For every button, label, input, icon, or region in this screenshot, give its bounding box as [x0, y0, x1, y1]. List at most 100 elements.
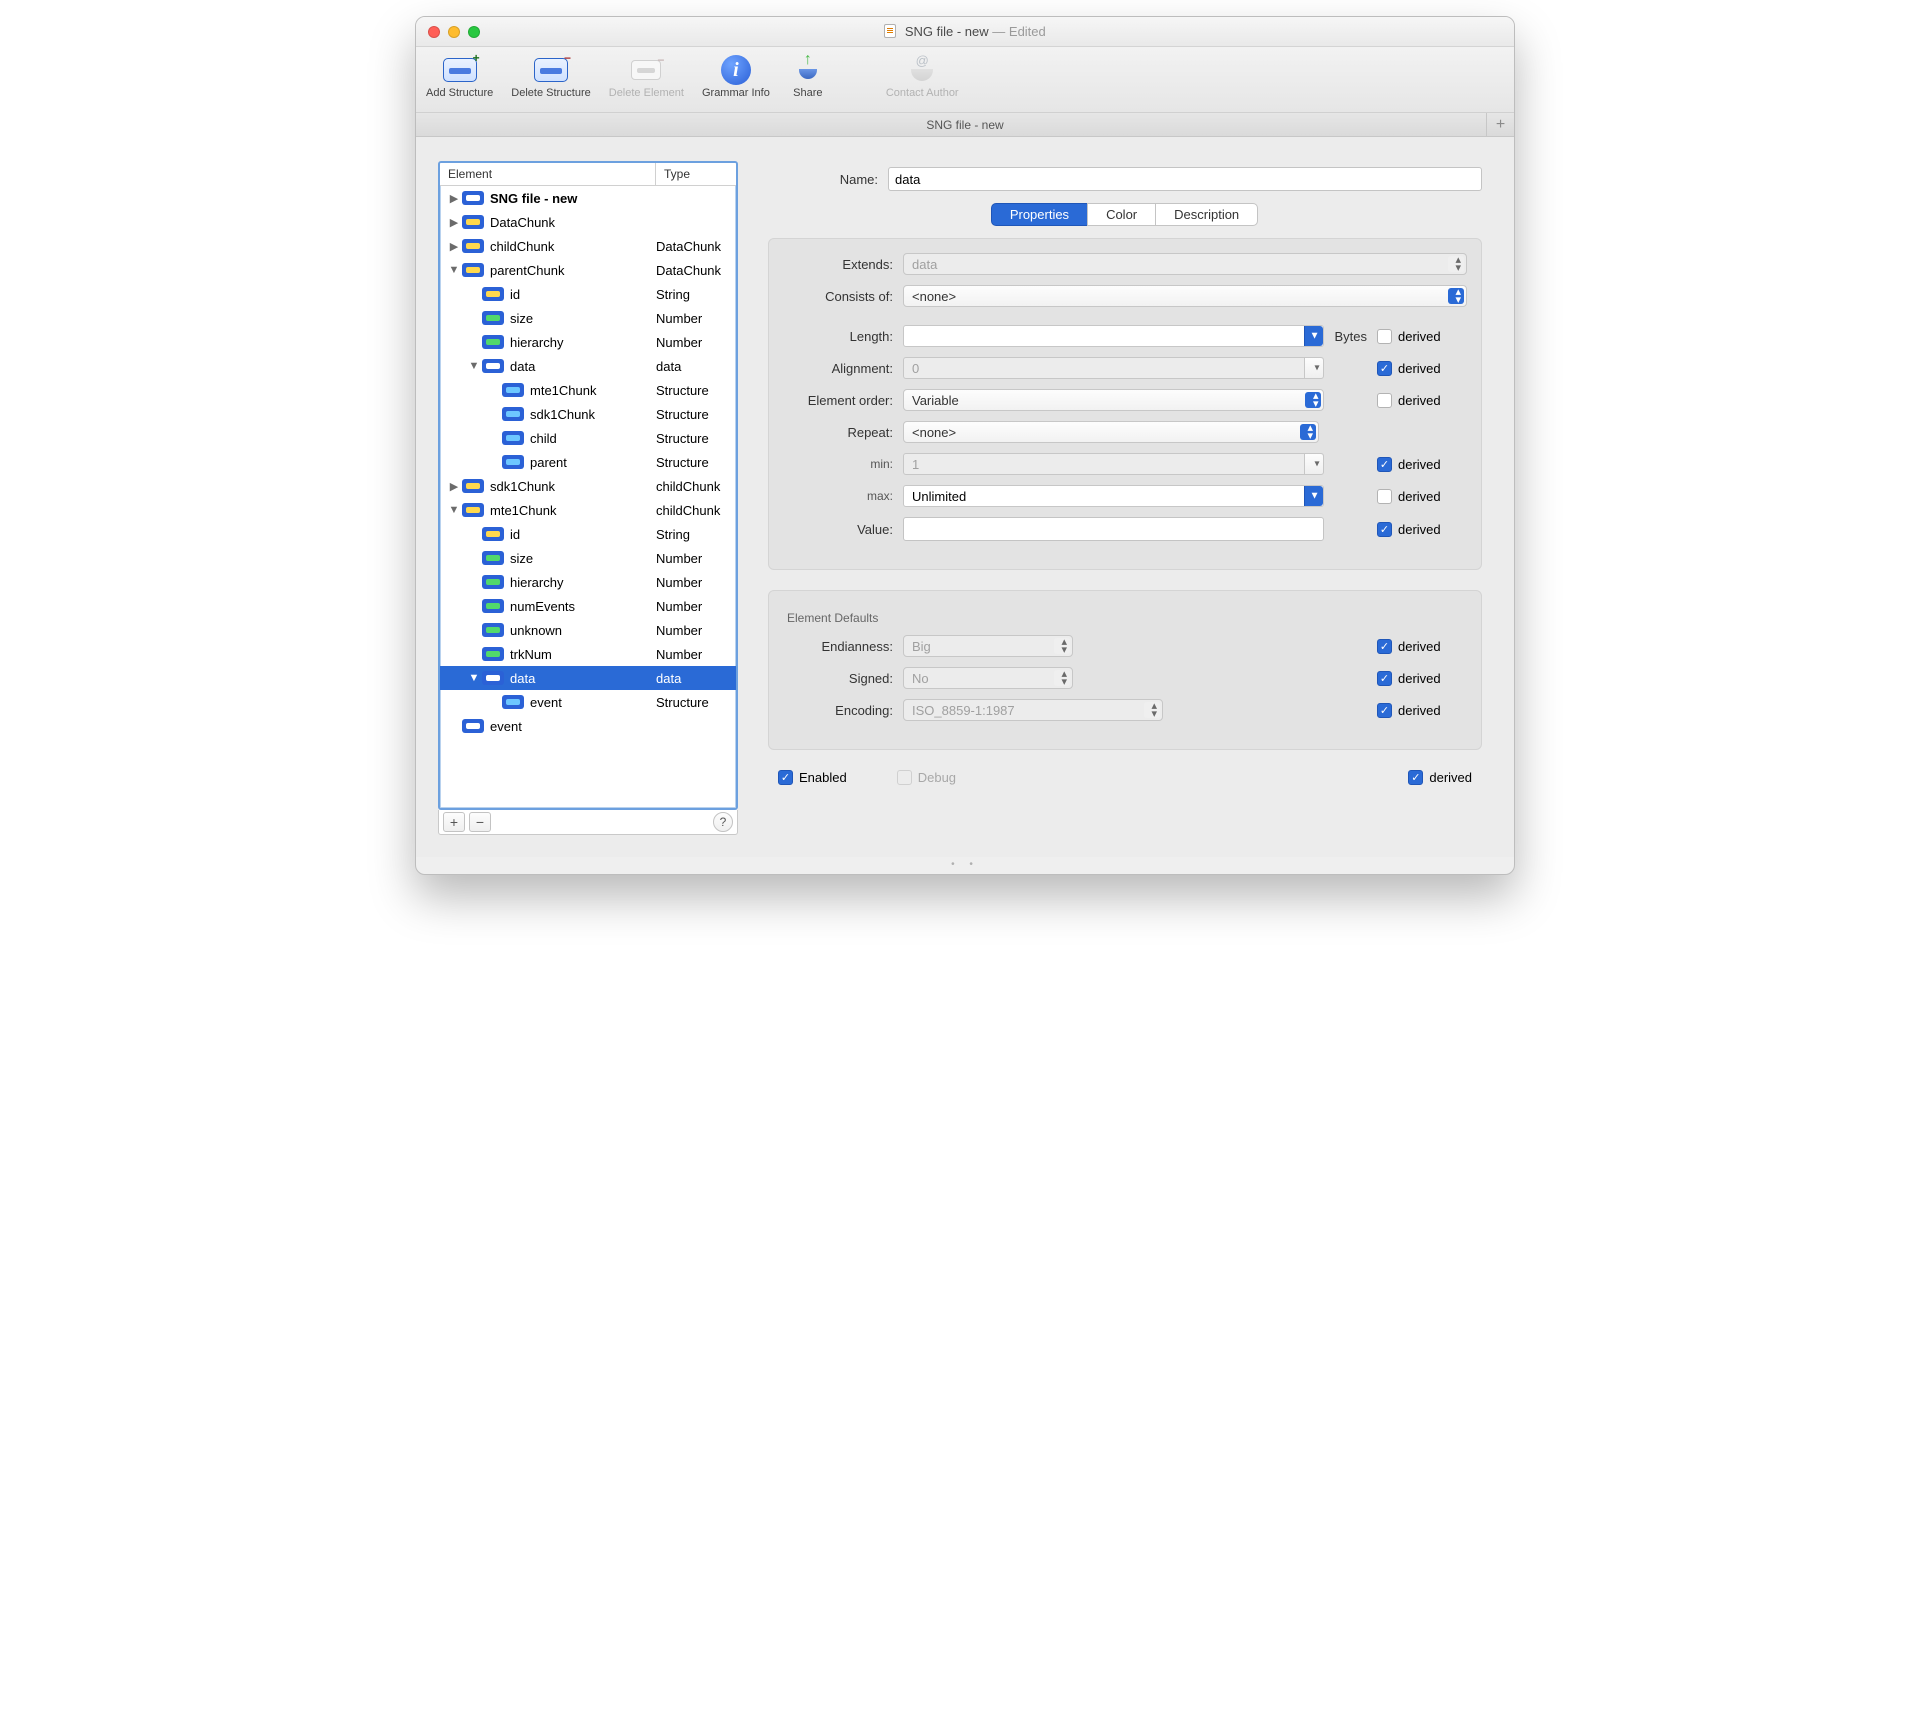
name-input[interactable]	[888, 167, 1482, 191]
alignment-field: 0▾	[903, 357, 1324, 379]
tree-row[interactable]: ▶ SNG file - new	[440, 186, 736, 210]
tree-row[interactable]: event	[440, 714, 736, 738]
tree-row[interactable]: eventStructure	[440, 690, 736, 714]
value-input[interactable]	[903, 517, 1324, 541]
defaults-form: Element Defaults Endianness: Big▴▾ deriv…	[768, 590, 1482, 750]
add-structure-button[interactable]: Add Structure	[426, 53, 493, 99]
element-name: hierarchy	[510, 575, 656, 590]
element-icon	[482, 359, 504, 373]
tree-row[interactable]: ▶childChunkDataChunk	[440, 234, 736, 258]
disclosure-icon[interactable]: ▶	[448, 192, 460, 205]
close-icon[interactable]	[428, 26, 440, 38]
disclosure-icon[interactable]: ▼	[448, 504, 460, 516]
length-derived-checkbox[interactable]	[1377, 329, 1392, 344]
contact-author-icon	[907, 55, 937, 85]
document-tab[interactable]: SNG file - new	[926, 118, 1003, 132]
element-icon	[502, 455, 524, 469]
element-name: numEvents	[510, 599, 656, 614]
delete-structure-label: Delete Structure	[511, 87, 590, 99]
col-element[interactable]: Element	[440, 163, 656, 185]
tree-row[interactable]: ▶sdk1ChunkchildChunk	[440, 474, 736, 498]
order-derived-checkbox[interactable]	[1377, 393, 1392, 408]
disclosure-icon[interactable]: ▶	[448, 216, 460, 229]
tree-row[interactable]: parentStructure	[440, 450, 736, 474]
new-tab-button[interactable]: +	[1486, 113, 1514, 136]
tree-row[interactable]: unknownNumber	[440, 618, 736, 642]
tree-row[interactable]: idString	[440, 522, 736, 546]
element-type: Structure	[656, 407, 736, 422]
element-name: SNG file - new	[490, 191, 656, 206]
tree-row[interactable]: ▼parentChunkDataChunk	[440, 258, 736, 282]
tree-row[interactable]: mte1ChunkStructure	[440, 378, 736, 402]
delete-structure-button[interactable]: Delete Structure	[511, 53, 590, 99]
tab-description[interactable]: Description	[1155, 203, 1258, 226]
share-button[interactable]: Share	[788, 53, 828, 99]
extends-popup[interactable]: data▴▾	[903, 253, 1467, 275]
signed-derived-checkbox[interactable]	[1377, 671, 1392, 686]
resize-grip-icon[interactable]: • •	[416, 857, 1514, 874]
enabled-checkbox[interactable]	[778, 770, 793, 785]
disclosure-icon[interactable]: ▼	[468, 672, 480, 684]
value-derived-checkbox[interactable]	[1377, 522, 1392, 537]
contact-author-label: Contact Author	[886, 87, 959, 99]
tree-row[interactable]: sizeNumber	[440, 546, 736, 570]
tree-row[interactable]: sizeNumber	[440, 306, 736, 330]
info-icon: i	[721, 55, 751, 85]
max-derived-checkbox[interactable]	[1377, 489, 1392, 504]
zoom-icon[interactable]	[468, 26, 480, 38]
grammar-info-label: Grammar Info	[702, 87, 770, 99]
tree-row[interactable]: ▶DataChunk	[440, 210, 736, 234]
disclosure-icon[interactable]: ▶	[448, 240, 460, 253]
length-unit: Bytes	[1334, 329, 1367, 344]
element-type: childChunk	[656, 479, 736, 494]
col-type[interactable]: Type	[656, 163, 736, 185]
endian-derived-checkbox[interactable]	[1377, 639, 1392, 654]
element-name: mte1Chunk	[530, 383, 656, 398]
repeat-popup[interactable]: <none>▴▾	[903, 421, 1319, 443]
order-label: Element order:	[783, 393, 903, 408]
debug-checkbox	[897, 770, 912, 785]
tab-properties[interactable]: Properties	[991, 203, 1088, 226]
length-field[interactable]: ▼	[903, 325, 1324, 347]
alignment-derived-checkbox[interactable]	[1377, 361, 1392, 376]
consists-label: Consists of:	[783, 289, 903, 304]
tree-row[interactable]: childStructure	[440, 426, 736, 450]
element-name: event	[490, 719, 656, 734]
element-type: Number	[656, 575, 736, 590]
tree-row[interactable]: trkNumNumber	[440, 642, 736, 666]
encoding-label: Encoding:	[783, 703, 903, 718]
length-label: Length:	[783, 329, 903, 344]
max-field[interactable]: Unlimited▼	[903, 485, 1324, 507]
grammar-info-button[interactable]: i Grammar Info	[702, 53, 770, 99]
minimize-icon[interactable]	[448, 26, 460, 38]
tree-row[interactable]: numEventsNumber	[440, 594, 736, 618]
bottom-derived-checkbox[interactable]	[1408, 770, 1423, 785]
tree-footer: + − ?	[438, 810, 738, 835]
defaults-title: Element Defaults	[787, 611, 1467, 625]
element-icon	[482, 311, 504, 325]
tree-row[interactable]: ▼datadata	[440, 666, 736, 690]
min-label: min:	[823, 457, 903, 471]
order-popup[interactable]: Variable▴▾	[903, 389, 1324, 411]
tree-row[interactable]: hierarchyNumber	[440, 330, 736, 354]
help-button[interactable]: ?	[713, 812, 733, 832]
value-label: Value:	[783, 522, 903, 537]
disclosure-icon[interactable]: ▶	[448, 480, 460, 493]
element-tree[interactable]: ▶ SNG file - new ▶DataChunk▶childChunkData…	[440, 186, 736, 808]
tab-color[interactable]: Color	[1087, 203, 1156, 226]
consists-popup[interactable]: <none>▴▾	[903, 285, 1467, 307]
disclosure-icon[interactable]: ▼	[468, 360, 480, 372]
tree-row[interactable]: hierarchyNumber	[440, 570, 736, 594]
disclosure-icon[interactable]: ▼	[448, 264, 460, 276]
element-icon	[482, 599, 504, 613]
tree-row[interactable]: ▼mte1ChunkchildChunk	[440, 498, 736, 522]
element-type: Number	[656, 335, 736, 350]
tree-row[interactable]: sdk1ChunkStructure	[440, 402, 736, 426]
encoding-derived-checkbox[interactable]	[1377, 703, 1392, 718]
remove-element-button[interactable]: −	[469, 812, 491, 832]
min-derived-checkbox[interactable]	[1377, 457, 1392, 472]
add-element-button[interactable]: +	[443, 812, 465, 832]
document-tabbar: SNG file - new +	[416, 113, 1514, 137]
tree-row[interactable]: idString	[440, 282, 736, 306]
tree-row[interactable]: ▼datadata	[440, 354, 736, 378]
